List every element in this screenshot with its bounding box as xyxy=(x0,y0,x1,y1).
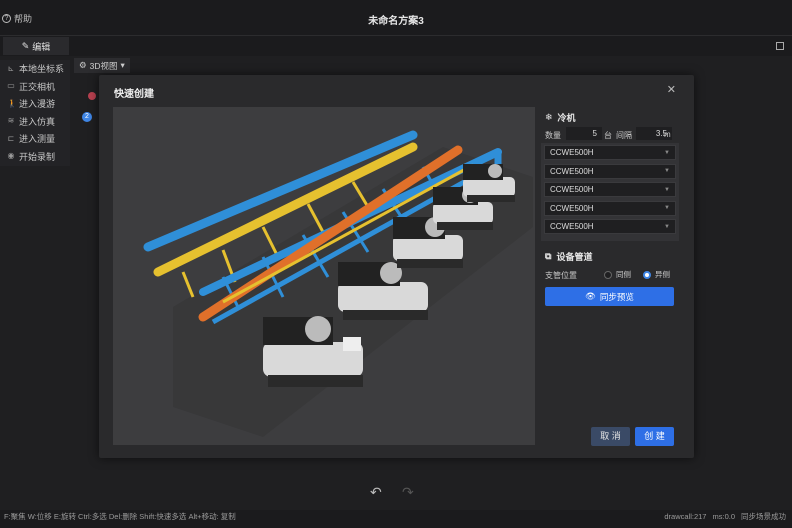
spacing-label: 间隔 xyxy=(616,131,632,140)
quick-create-dialog: 快速创建 ✕ ❄ 冷机 数量 5 台 间隔 3.5 m CCWE500H ▼ C… xyxy=(99,75,694,458)
menu-item-walk[interactable]: 🚶 进入漫游 xyxy=(0,95,70,113)
chevron-down-icon: ▼ xyxy=(664,186,670,193)
view-dropdown[interactable]: ⚙ 3D视图 ▾ xyxy=(74,58,130,73)
chevron-down-icon: ▼ xyxy=(664,149,670,156)
record-icon: ◉ xyxy=(7,151,15,161)
scene-marker-blue[interactable]: 2 xyxy=(82,112,92,122)
count-label: 数量 xyxy=(545,131,561,140)
chiller-model-select[interactable]: CCWE500H ▼ xyxy=(544,219,676,234)
pipes-section-title: ⧉ 设备管道 xyxy=(545,250,592,263)
chevron-down-icon: ▼ xyxy=(664,205,670,211)
count-value: 5 xyxy=(592,129,597,138)
tab-row: ✎ 编辑 xyxy=(0,36,792,56)
camera-icon: ▭ xyxy=(7,81,15,91)
select-value: CCWE500H xyxy=(550,166,594,176)
drawcall-readout: drawcall:217 xyxy=(664,512,707,521)
create-button[interactable]: 创 建 xyxy=(635,427,674,446)
pipes-title-text: 设备管道 xyxy=(556,252,593,262)
radio-label: 同侧 xyxy=(616,270,631,279)
preview-render xyxy=(143,130,533,437)
menu-item-label: 正交相机 xyxy=(19,81,56,92)
3d-preview[interactable] xyxy=(113,107,535,445)
status-right: drawcall:217 ms:0.0 同步场景成功 xyxy=(664,510,786,524)
tab-edit-label: 编辑 xyxy=(32,41,51,52)
ruler-icon: ⊏ xyxy=(7,133,15,143)
select-value: CCWE500H xyxy=(550,148,594,157)
axis-icon: ⊾ xyxy=(7,63,15,73)
redo-icon[interactable]: ↷ xyxy=(402,484,414,501)
select-value: CCWE500H xyxy=(550,185,594,194)
menu-item-measure[interactable]: ⊏ 进入测量 xyxy=(0,130,70,148)
chiller-model-select[interactable]: CCWE500H ▼ xyxy=(544,145,676,160)
chiller-title-text: 冷机 xyxy=(557,113,576,123)
chevron-down-icon: ▼ xyxy=(664,223,670,230)
radio-opposite-side[interactable]: 异侧 xyxy=(643,269,670,280)
chevron-down-icon: ▼ xyxy=(664,168,670,174)
top-bar: ? 帮助 未命名方案3 xyxy=(0,0,792,36)
tab-edit[interactable]: ✎ 编辑 xyxy=(3,37,69,55)
branch-position-label: 支管位置 xyxy=(545,271,577,280)
eye-icon: 👁 xyxy=(585,291,596,301)
sync-preview-label: 同步预览 xyxy=(599,291,634,302)
select-value: CCWE500H xyxy=(550,222,594,231)
walk-icon: 🚶 xyxy=(7,98,17,108)
chiller-model-select[interactable]: CCWE500H ▼ xyxy=(544,163,676,179)
sync-preview-button[interactable]: 👁 同步预览 xyxy=(545,287,674,306)
menu-item-label: 进入测量 xyxy=(19,134,56,145)
spacing-unit: m xyxy=(664,130,671,139)
radio-circle xyxy=(604,270,612,279)
radio-same-side[interactable]: 同侧 xyxy=(604,269,631,280)
shortcut-hints: F:聚焦 W:位移 E:旋转 Ctrl:多选 Del:删除 Shift:快速多选… xyxy=(4,512,236,521)
menu-item-label: 进入漫游 xyxy=(19,99,56,110)
cancel-button[interactable]: 取 消 xyxy=(591,427,630,446)
chiller-model-list: CCWE500H ▼ CCWE500H ▼ CCWE500H ▼ CCWE500H ▼ … xyxy=(541,143,679,241)
select-value: CCWE500H xyxy=(550,203,594,213)
menu-item-local-axis[interactable]: ⊾ 本地坐标系 xyxy=(0,60,70,78)
pipe-icon: ⧉ xyxy=(545,251,552,261)
gear-icon: ⚙ xyxy=(79,60,87,70)
ms-readout: ms:0.0 xyxy=(712,512,735,521)
sync-status: 同步场景成功 xyxy=(741,512,786,521)
radio-circle-selected xyxy=(643,270,651,279)
side-menu: ⊾ 本地坐标系 ▭ 正交相机 🚶 进入漫游 ≋ 进入仿真 ⊏ 进入测量 ◉ 开始录制 xyxy=(0,60,70,166)
undo-icon[interactable]: ↶ xyxy=(370,484,382,501)
scene-marker-red[interactable] xyxy=(88,92,96,100)
close-icon[interactable]: ✕ xyxy=(667,83,676,96)
chiller-model-select[interactable]: CCWE500H ▼ xyxy=(544,200,676,216)
dialog-title: 快速创建 xyxy=(114,89,154,100)
count-input[interactable]: 5 xyxy=(566,127,602,140)
pencil-icon: ✎ xyxy=(21,40,30,51)
view-label: 3D视图 xyxy=(89,60,118,71)
radio-label: 异侧 xyxy=(655,270,670,279)
status-bar: F:聚焦 W:位移 E:旋转 Ctrl:多选 Del:删除 Shift:快速多选… xyxy=(0,510,792,528)
menu-item-label: 开始录制 xyxy=(19,151,56,162)
window-title: 未命名方案3 xyxy=(368,16,424,27)
menu-item-label: 进入仿真 xyxy=(19,116,56,127)
snowflake-icon: ❄ xyxy=(545,112,553,122)
chevron-down-icon: ▾ xyxy=(120,60,125,70)
chiller-section-title: ❄ 冷机 xyxy=(545,111,576,124)
count-unit: 台 xyxy=(604,131,612,140)
chiller-model-select[interactable]: CCWE500H ▼ xyxy=(544,182,676,197)
maximize-icon[interactable] xyxy=(776,42,784,50)
menu-item-record[interactable]: ◉ 开始录制 xyxy=(0,148,70,166)
menu-item-ortho-camera[interactable]: ▭ 正交相机 xyxy=(0,78,70,96)
menu-item-label: 本地坐标系 xyxy=(19,64,65,75)
menu-item-simulation[interactable]: ≋ 进入仿真 xyxy=(0,113,70,131)
simulation-icon: ≋ xyxy=(7,116,15,126)
